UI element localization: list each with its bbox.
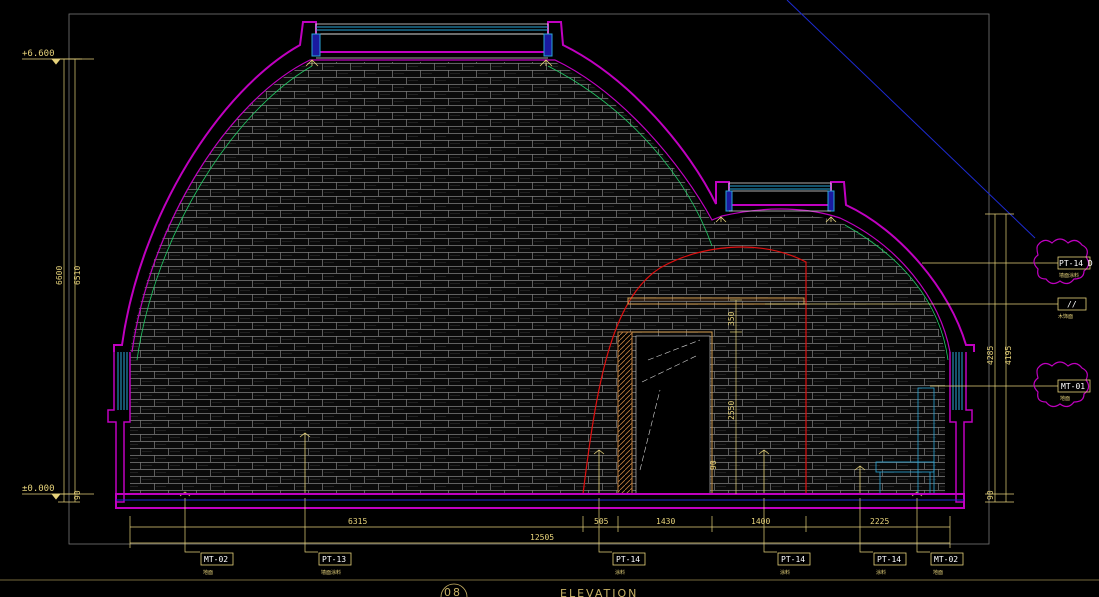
- tag-note: 涂料: [615, 569, 625, 576]
- tag-code: PT-14: [781, 555, 805, 564]
- tag-code: MT-02: [934, 555, 958, 564]
- elevation-drawing: +6.600 ±0.000 6600 6510 90 4285 4195 90 …: [0, 0, 1099, 597]
- skylight-small: [725, 182, 835, 212]
- base-slab: [115, 493, 965, 509]
- dim-door-upper: 350: [727, 311, 736, 326]
- tag-bottom-6: MT-02 地面: [930, 552, 964, 576]
- tag-code: MT-02: [204, 555, 228, 564]
- tag-note: 地面: [933, 569, 943, 576]
- tag-note: 涂料: [876, 569, 886, 576]
- tag-code: PT-14 D: [1059, 259, 1093, 268]
- tag-bottom-1: MT-02 地面: [200, 552, 234, 576]
- tag-note: 墙面涂料: [1059, 272, 1079, 279]
- right-window: [952, 352, 963, 410]
- dim-seg-4: 1400: [751, 517, 770, 526]
- dim-left-inner: 6510: [73, 266, 82, 285]
- tag-bottom-5: PT-14 涂料: [873, 552, 907, 576]
- reference-line: [786, 0, 1036, 239]
- tag-note: 墙面涂料: [321, 569, 341, 576]
- horizontal-dims: [129, 516, 951, 548]
- drawing-title: ELEVATION: [560, 587, 638, 597]
- tag-bottom-3: PT-14 涂料: [612, 552, 646, 576]
- left-window: [117, 352, 128, 410]
- dim-total: 12505: [530, 533, 554, 542]
- tag-right-2: // 木饰面: [1057, 297, 1087, 320]
- dim-seg-2: 505: [594, 517, 609, 526]
- dim-left-total: 6600: [55, 266, 64, 285]
- dim-door-sill: 90: [709, 460, 718, 470]
- brick-wall: [130, 62, 945, 494]
- tag-bottom-4: PT-14 涂料: [777, 552, 811, 576]
- tag-right-3: MT-01 地面: [1057, 379, 1091, 402]
- dim-right-small: 90: [986, 490, 995, 500]
- dim-right-inner: 4195: [1004, 346, 1013, 365]
- level-ground: ±0.000: [22, 484, 55, 494]
- drawing-number: 08: [444, 586, 462, 597]
- tag-code: PT-14: [616, 555, 640, 564]
- dim-seg-1: 6315: [348, 517, 367, 526]
- tag-note: 涂料: [780, 569, 790, 576]
- dim-door-lower: 2550: [727, 401, 736, 420]
- tag-code: //: [1067, 300, 1077, 309]
- tag-note: 地面: [203, 569, 213, 576]
- tag-code: PT-13: [322, 555, 346, 564]
- tag-bottom-2: PT-13 墙面涂料: [318, 552, 352, 576]
- door-frame: [617, 331, 713, 495]
- tag-code: PT-14: [877, 555, 901, 564]
- tag-code: MT-01: [1061, 382, 1085, 391]
- level-top: +6.600: [22, 49, 55, 59]
- dim-seg-5: 2225: [870, 517, 889, 526]
- tag-note: 地面: [1060, 395, 1070, 402]
- dim-right-total: 4285: [986, 346, 995, 365]
- dim-left-small: 90: [73, 490, 82, 500]
- tag-note: 木饰面: [1058, 313, 1073, 320]
- dim-seg-3: 1430: [656, 517, 675, 526]
